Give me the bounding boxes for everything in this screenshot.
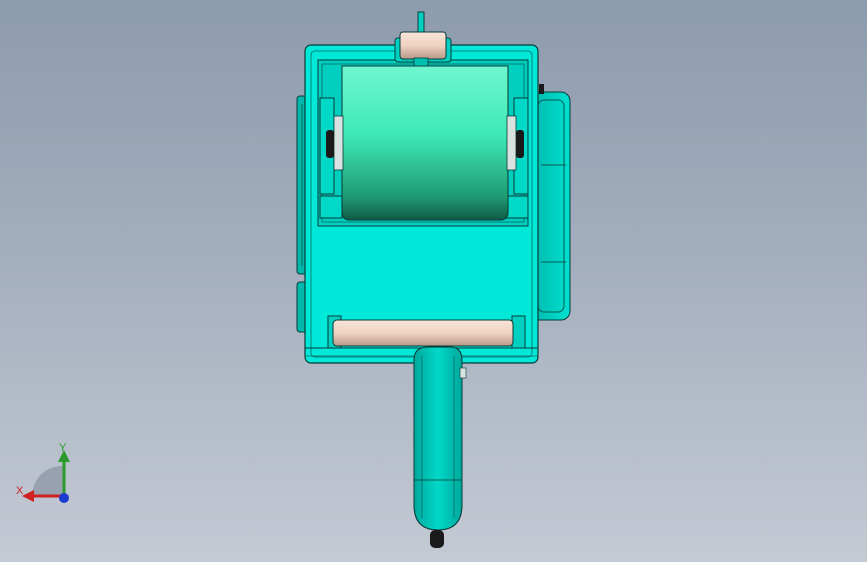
handle-knob[interactable] bbox=[430, 530, 444, 548]
main-roller[interactable] bbox=[326, 65, 524, 221]
handle[interactable] bbox=[413, 346, 467, 531]
top-bracket[interactable] bbox=[394, 31, 452, 67]
z-axis-dot bbox=[59, 493, 69, 503]
bottom-rod[interactable] bbox=[327, 315, 526, 349]
x-axis-label: X bbox=[16, 485, 24, 497]
triad-graphic bbox=[22, 450, 70, 503]
coordinate-triad-icon: X Y bbox=[10, 438, 80, 510]
cad-3d-viewport[interactable]: X Y bbox=[0, 0, 867, 562]
cad-model[interactable] bbox=[0, 0, 867, 562]
y-axis-label: Y bbox=[59, 442, 67, 454]
